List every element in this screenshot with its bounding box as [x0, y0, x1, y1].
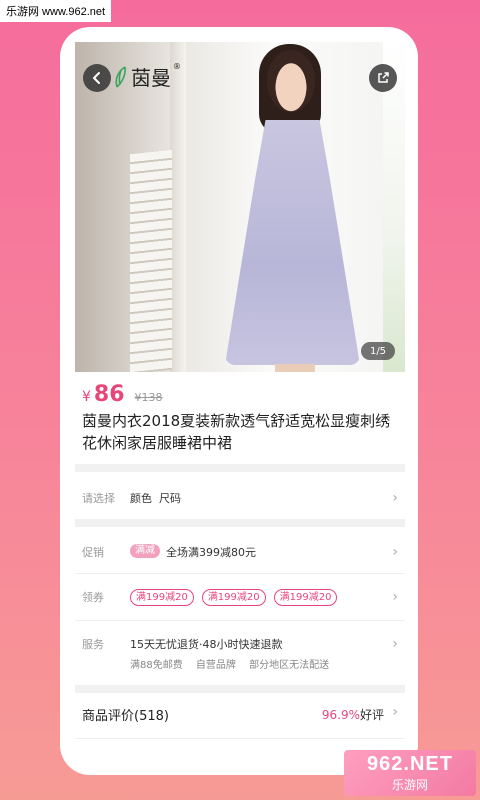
back-button[interactable] — [83, 64, 111, 92]
divider — [75, 620, 405, 621]
chevron-right-icon: › — [392, 589, 398, 605]
shutter-decoration — [130, 149, 172, 372]
phone-screen: 茵曼 ® 1/5 ¥86 ¥138 茵曼内衣2018夏装新款透气舒适宽松显瘦刺绣… — [60, 27, 418, 775]
current-price: ¥86 — [82, 382, 125, 407]
coupon-badge[interactable]: 满199减20 — [201, 589, 266, 606]
spec-select-value: 颜色 尺码 — [130, 492, 181, 505]
positive-label: 好评 — [359, 708, 384, 722]
model-legs — [275, 364, 315, 372]
service-sub-item: 自营品牌 — [195, 660, 236, 671]
service-sub-list: 满88免邮费 自营品牌 部分地区无法配送 — [130, 656, 339, 671]
chevron-right-icon: › — [392, 636, 398, 652]
model-face — [267, 50, 315, 112]
service-label: 服务 — [82, 638, 104, 651]
promotion-text: 全场满399减80元 — [166, 546, 256, 559]
site-watermark: 乐游网 www.962.net — [0, 0, 112, 22]
service-main: 15天无忧退货·48小时快速退款 — [130, 638, 283, 651]
product-image[interactable]: 茵曼 ® 1/5 — [75, 42, 405, 372]
registered-icon: ® — [173, 62, 181, 71]
coupon-label: 领券 — [82, 591, 104, 604]
chevron-left-icon — [93, 72, 100, 84]
service-sub-item: 满88免邮费 — [130, 660, 183, 671]
coupon-row[interactable]: 领券 满199减20 满199减20 满199减20 › — [82, 589, 400, 606]
service-sub-item: 部分地区无法配送 — [249, 660, 330, 671]
price-row: ¥86 ¥138 — [82, 382, 163, 407]
section-gap — [75, 685, 405, 693]
divider — [75, 738, 405, 739]
brand-name: 茵曼 — [131, 66, 171, 90]
original-price: ¥138 — [134, 391, 163, 404]
section-gap — [75, 464, 405, 472]
spec-select-row[interactable]: 请选择 颜色 尺码 › — [82, 490, 400, 506]
share-icon — [378, 72, 389, 83]
coupon-badge[interactable]: 满199减20 — [130, 589, 194, 606]
coupon-badge[interactable]: 满199减20 — [273, 589, 338, 606]
positive-rate: 96.9% — [321, 707, 360, 722]
promotion-label: 促销 — [82, 546, 104, 559]
divider — [75, 573, 405, 574]
watermark-site-name: 乐游网 — [391, 778, 428, 792]
review-label: 商品评价(518) — [82, 709, 169, 724]
promotion-row[interactable]: 促销 满减 全场满399减80元 › — [82, 544, 400, 560]
chevron-right-icon: › — [392, 704, 398, 720]
review-row[interactable]: 商品评价(518) 96.9% 好评 › — [82, 704, 400, 724]
chevron-right-icon: › — [392, 490, 398, 506]
section-gap — [75, 519, 405, 527]
watermark-text: 乐游网 www.962.net — [6, 6, 106, 18]
door-frame-decoration — [170, 42, 186, 372]
watermark-domain: 962.NET — [367, 753, 453, 775]
promotion-tag: 满减 — [130, 544, 160, 558]
spec-select-label: 请选择 — [82, 492, 115, 505]
service-row[interactable]: 服务 15天无忧退货·48小时快速退款 满88免邮费 自营品牌 部分地区无法配送… — [82, 636, 400, 671]
site-watermark-logo: 962.NET 乐游网 — [344, 750, 476, 796]
chevron-right-icon: › — [392, 544, 398, 560]
brand-logo: 茵曼 ® — [113, 62, 181, 91]
image-counter: 1/5 — [361, 342, 395, 360]
service-info: 15天无忧退货·48小时快速退款 满88免邮费 自营品牌 部分地区无法配送 — [130, 636, 339, 671]
product-title: 茵曼内衣2018夏装新款透气舒适宽松显瘦刺绣花休闲家居服睡裙中裙 — [82, 412, 391, 452]
model-dress — [225, 120, 360, 365]
brand-leaf-icon — [115, 65, 126, 88]
share-button[interactable] — [369, 64, 397, 92]
